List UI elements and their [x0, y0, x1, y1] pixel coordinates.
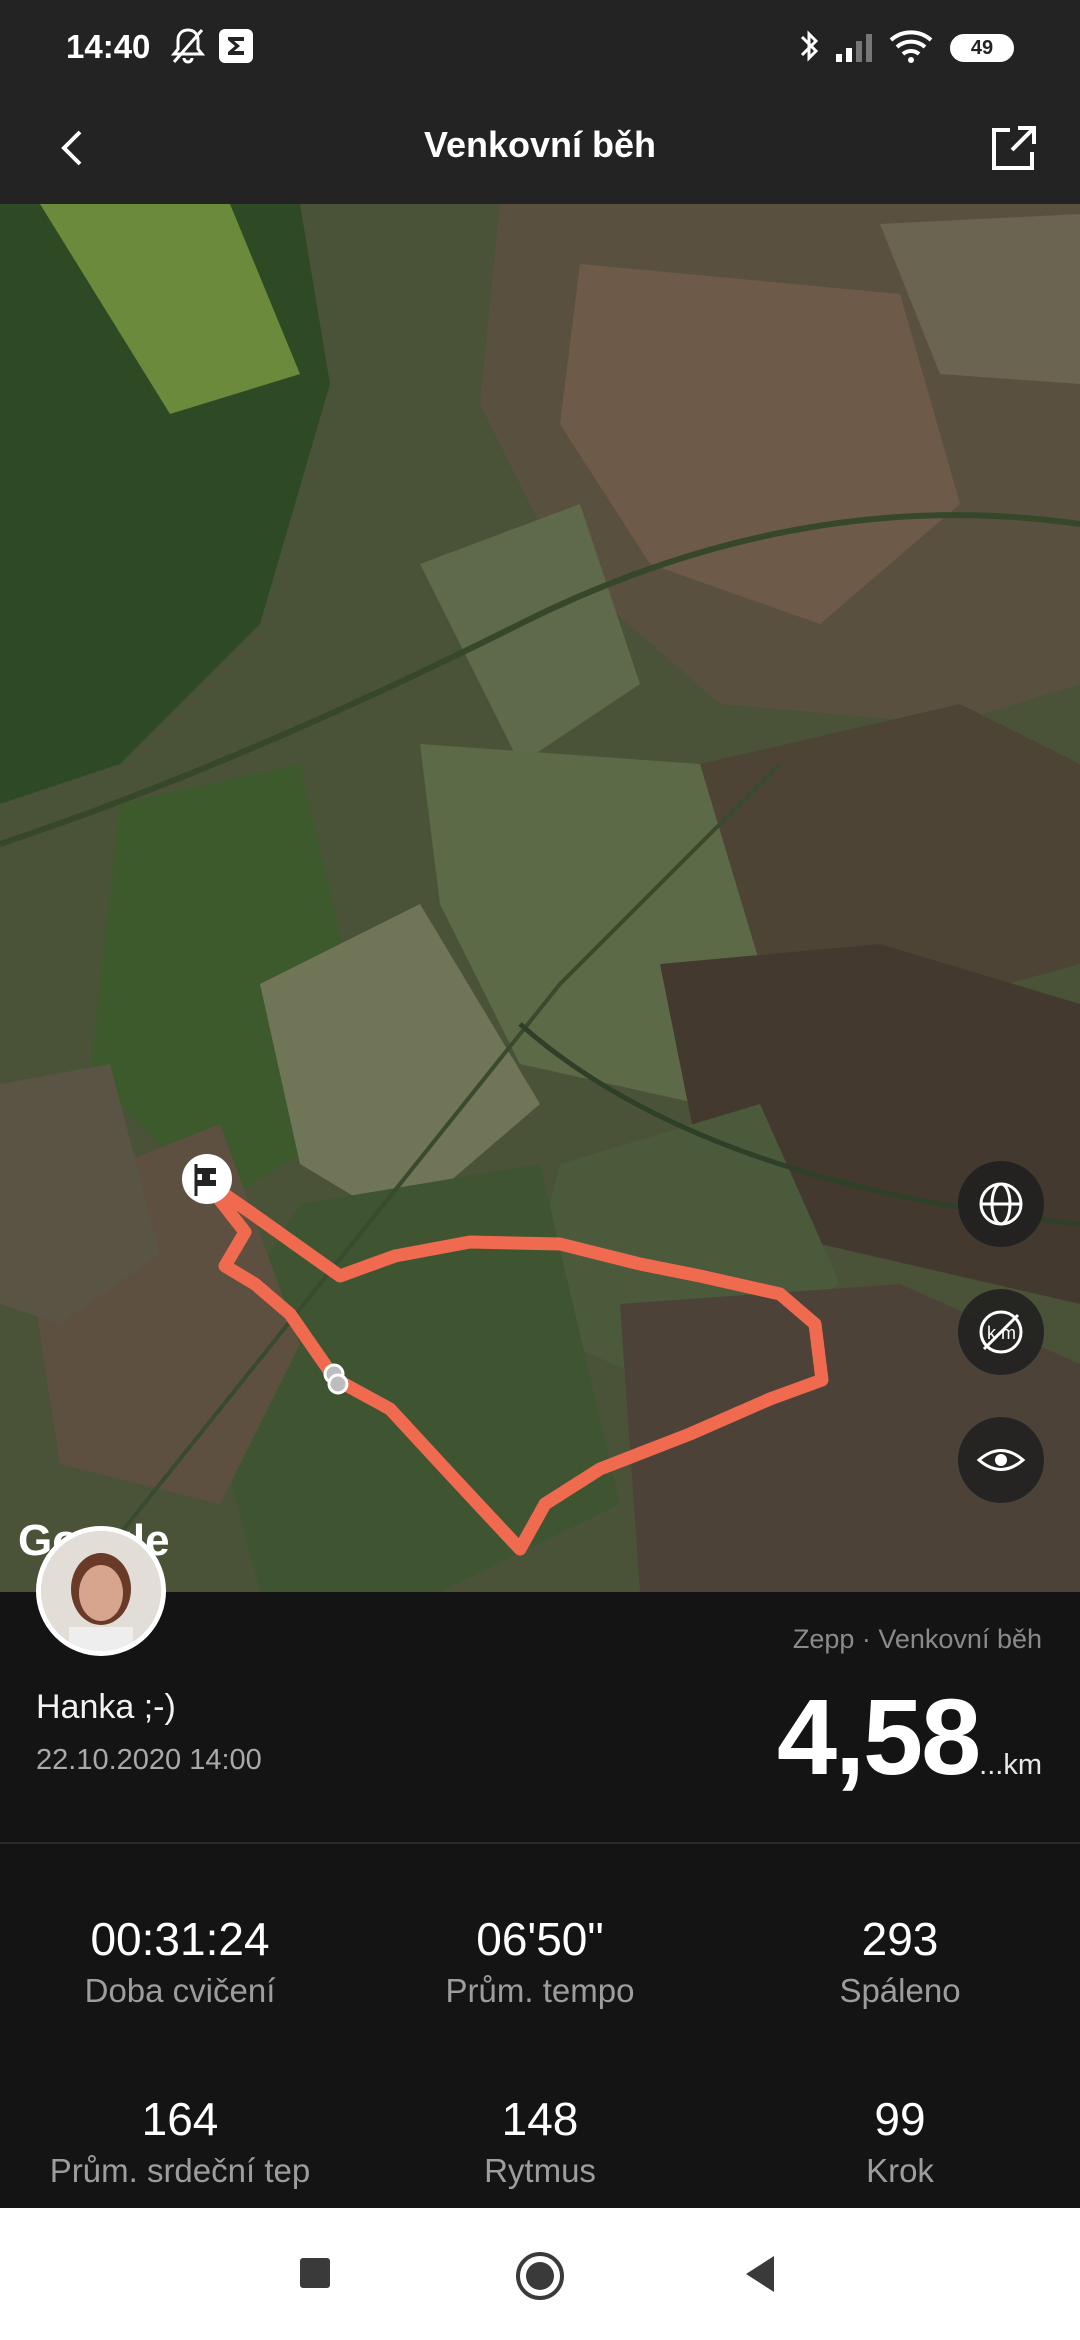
- avatar[interactable]: [36, 1526, 166, 1656]
- view-toggle-button[interactable]: [958, 1417, 1044, 1503]
- share-icon: [992, 126, 1036, 170]
- stat-label: Krok: [866, 2152, 934, 2189]
- finish-flag-icon: [182, 1154, 232, 1204]
- stat-value: 00:31:24: [90, 1913, 270, 1965]
- stat-label: Doba cvičení: [84, 1972, 276, 2009]
- divider: [0, 1842, 1080, 1844]
- km-off-icon: k m: [979, 1310, 1023, 1354]
- stat-label: Prům. srdeční tep: [49, 2152, 311, 2189]
- stat-value: 06'50": [476, 1913, 604, 1965]
- system-nav-bar: [0, 2208, 1080, 2340]
- stat-label: Spáleno: [839, 1972, 961, 2009]
- stat-stride: 99 Krok: [720, 2092, 1080, 2190]
- user-name: Hanka ;-): [36, 1688, 176, 1726]
- distance-value: 4,58: [776, 1676, 981, 1797]
- recents-button[interactable]: [298, 2256, 332, 2290]
- stat-duration: 00:31:24 Doba cvičení: [0, 1912, 360, 2010]
- home-button[interactable]: [514, 2250, 566, 2302]
- route-map[interactable]: k m: [0, 204, 1080, 1592]
- app-bar: Venkovní běh: [0, 96, 1080, 204]
- stat-label: Rytmus: [484, 2152, 596, 2189]
- km-markers-toggle[interactable]: k m: [958, 1289, 1044, 1375]
- wifi-icon: [888, 28, 934, 69]
- battery-indicator: 49: [950, 34, 1014, 62]
- stat-value: 164: [141, 2093, 219, 2145]
- globe-icon: [979, 1182, 1023, 1226]
- workout-source: Zepp · Venkovní běh: [792, 1624, 1042, 1654]
- eye-icon: [976, 1449, 1026, 1471]
- stat-value: 148: [501, 2093, 579, 2145]
- page-title: Venkovní běh: [423, 124, 657, 165]
- distance-display: 4,58...km: [777, 1674, 1042, 1799]
- bluetooth-icon: [798, 26, 822, 71]
- status-bar: 14:40 49: [0, 0, 1080, 96]
- signal-icon: [834, 30, 876, 69]
- map-type-button[interactable]: [958, 1161, 1044, 1247]
- sigma-app-icon: [218, 28, 254, 69]
- stat-calories: 293 Spáleno: [720, 1912, 1080, 2010]
- status-time: 14:40: [66, 28, 151, 65]
- bell-off-icon: [170, 26, 206, 71]
- stat-label: Prům. tempo: [445, 1972, 635, 2009]
- stat-cadence: 148 Rytmus: [360, 2092, 720, 2190]
- stat-pace: 06'50" Prům. tempo: [360, 1912, 720, 2010]
- workout-date: 22.10.2020 14:00: [36, 1744, 262, 1776]
- share-button[interactable]: [984, 118, 1044, 178]
- stat-value: 99: [874, 2093, 926, 2145]
- stat-value: 293: [861, 1913, 939, 1965]
- distance-unit: ...km: [979, 1749, 1042, 1781]
- back-nav-button[interactable]: [742, 2254, 778, 2294]
- stat-heart-rate: 164 Prům. srdeční tep: [0, 2092, 360, 2190]
